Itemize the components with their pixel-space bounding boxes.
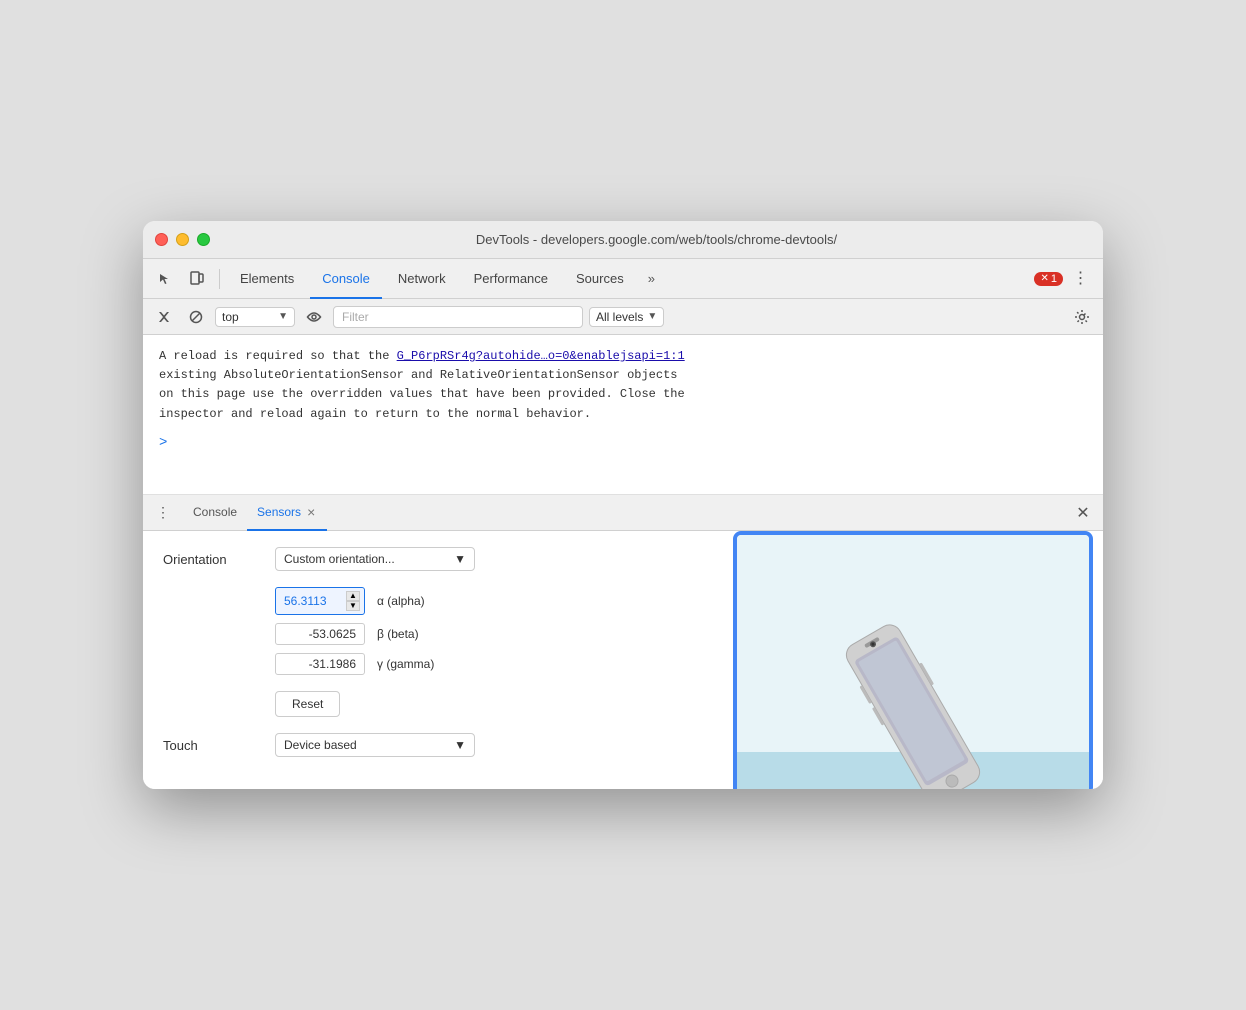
panel-menu-icon[interactable]: ⋮ xyxy=(151,501,175,525)
close-panel-button[interactable]: ✕ xyxy=(1071,501,1095,525)
console-link[interactable]: G_P6rpRSr4g?autohide…o=0&enablejsapi=1:1 xyxy=(397,349,685,363)
console-output: A reload is required so that the G_P6rpR… xyxy=(143,335,1103,495)
orientation-dropdown[interactable]: Custom orientation... ▼ xyxy=(275,547,475,571)
alpha-label: α (alpha) xyxy=(377,594,457,608)
window-title: DevTools - developers.google.com/web/too… xyxy=(222,232,1091,247)
dropdown-arrow-icon: ▼ xyxy=(454,552,466,566)
devtools-menu-icon[interactable]: ⋮ xyxy=(1067,265,1095,293)
main-toolbar: Elements Console Network Performance Sou… xyxy=(143,259,1103,299)
devtools-window: DevTools - developers.google.com/web/too… xyxy=(143,221,1103,789)
device-toolbar-icon[interactable] xyxy=(183,265,211,293)
panel-tab-console[interactable]: Console xyxy=(183,495,247,531)
console-message-text: A reload is required so that the G_P6rpR… xyxy=(159,347,1087,424)
beta-input[interactable]: -53.0625 xyxy=(275,623,365,645)
toolbar-right: ✕ 1 ⋮ xyxy=(1030,265,1095,293)
touch-dropdown-arrow-icon: ▼ xyxy=(454,738,466,752)
block-icon[interactable] xyxy=(183,304,209,330)
phone-visualization xyxy=(733,531,1093,789)
tab-elements[interactable]: Elements xyxy=(228,259,306,299)
touch-label: Touch xyxy=(163,738,263,753)
close-button[interactable] xyxy=(155,233,168,246)
bottom-panel: ⋮ Console Sensors × ✕ Orientation Custom… xyxy=(143,495,1103,789)
reset-button[interactable]: Reset xyxy=(275,691,340,717)
title-bar: DevTools - developers.google.com/web/too… xyxy=(143,221,1103,259)
orientation-label: Orientation xyxy=(163,552,263,567)
panel-tab-sensors[interactable]: Sensors × xyxy=(247,495,327,531)
touch-dropdown[interactable]: Device based ▼ xyxy=(275,733,475,757)
alpha-spinners: ▲ ▼ xyxy=(346,591,360,611)
tab-sources[interactable]: Sources xyxy=(564,259,636,299)
console-toolbar: top ▼ Filter All levels ▼ xyxy=(143,299,1103,335)
log-level-selector[interactable]: All levels ▼ xyxy=(589,307,664,327)
select-tool-icon[interactable] xyxy=(151,265,179,293)
clear-console-icon[interactable] xyxy=(151,304,177,330)
phone-viz-inner xyxy=(737,535,1089,789)
filter-input[interactable]: Filter xyxy=(333,306,583,328)
eye-icon[interactable] xyxy=(301,304,327,330)
console-prompt[interactable]: > xyxy=(159,432,1087,454)
tab-network[interactable]: Network xyxy=(386,259,458,299)
error-badge[interactable]: ✕ 1 xyxy=(1034,272,1063,286)
beta-label: β (beta) xyxy=(377,627,457,641)
settings-icon[interactable] xyxy=(1069,304,1095,330)
sensors-close-icon[interactable]: × xyxy=(305,504,317,520)
panel-tabs: ⋮ Console Sensors × ✕ xyxy=(143,495,1103,531)
tab-performance[interactable]: Performance xyxy=(462,259,560,299)
gamma-input[interactable]: -31.1986 xyxy=(275,653,365,675)
context-selector[interactable]: top ▼ xyxy=(215,307,295,327)
minimize-button[interactable] xyxy=(176,233,189,246)
maximize-button[interactable] xyxy=(197,233,210,246)
sensors-panel: Orientation Custom orientation... ▼ 56.3… xyxy=(143,531,1103,789)
gamma-label: γ (gamma) xyxy=(377,657,457,671)
more-tabs-button[interactable]: » xyxy=(640,259,663,299)
alpha-up-button[interactable]: ▲ xyxy=(346,591,360,601)
toolbar-separator xyxy=(219,269,220,289)
alpha-down-button[interactable]: ▼ xyxy=(346,601,360,611)
phone-model xyxy=(833,574,993,790)
tab-console[interactable]: Console xyxy=(310,259,382,299)
console-message-row: A reload is required so that the G_P6rpR… xyxy=(159,347,1087,424)
alpha-input[interactable]: 56.3113 ▲ ▼ xyxy=(275,587,365,615)
traffic-lights xyxy=(155,233,210,246)
